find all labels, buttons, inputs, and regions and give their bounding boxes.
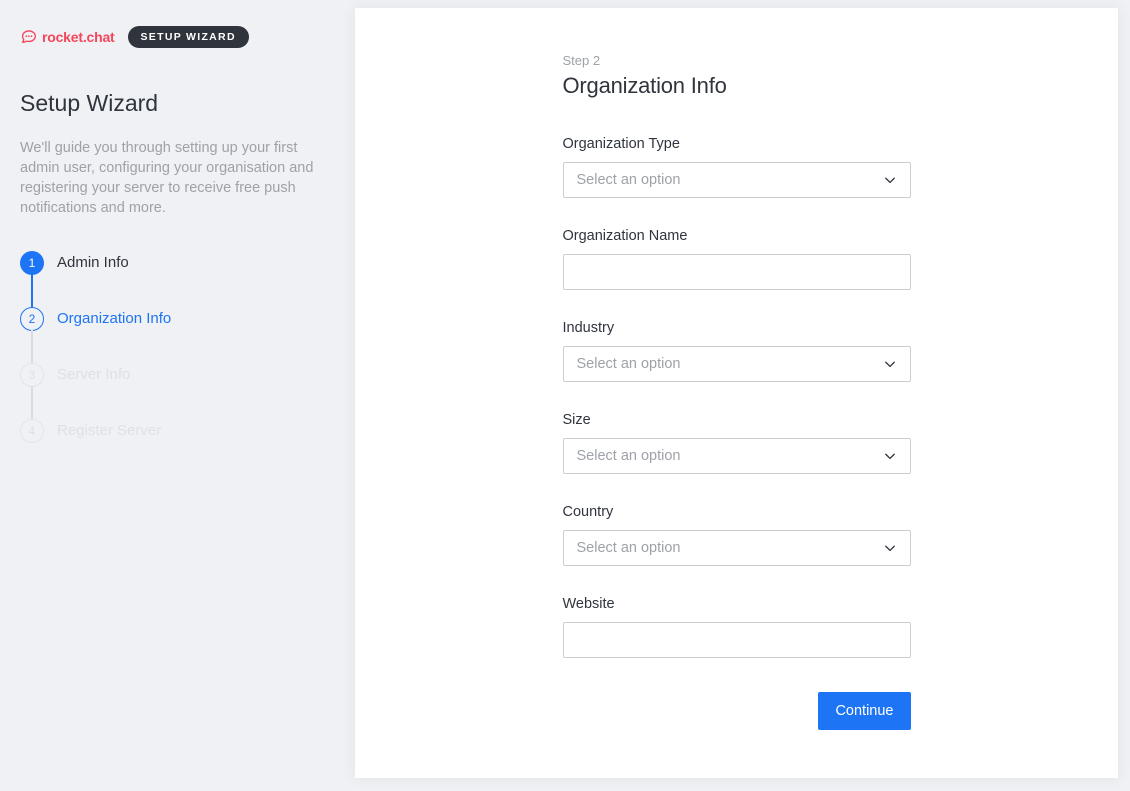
step-number-badge: 2: [20, 307, 44, 331]
field-organization-name: Organization Name: [563, 228, 911, 290]
organization-name-input[interactable]: [563, 254, 911, 290]
select-placeholder: Select an option: [577, 540, 681, 556]
step-caption: Step 2: [563, 53, 911, 68]
size-select[interactable]: Select an option: [563, 438, 911, 474]
form-actions: Continue: [563, 692, 911, 730]
step-label: Organization Info: [57, 310, 171, 327]
step-connector-active: [31, 274, 33, 307]
step-item-organization-info: 2 Organization Info: [20, 307, 260, 331]
website-input[interactable]: [563, 622, 911, 658]
select-placeholder: Select an option: [577, 172, 681, 188]
select-placeholder: Select an option: [577, 448, 681, 464]
logo-row: rocket.chat SETUP WIZARD: [20, 26, 335, 48]
field-country: Country Select an option: [563, 504, 911, 566]
field-label: Website: [563, 596, 911, 612]
field-label: Organization Type: [563, 136, 911, 152]
step-connector: [31, 386, 33, 419]
step-label: Register Server: [57, 422, 161, 439]
field-label: Size: [563, 412, 911, 428]
step-number-badge: 4: [20, 419, 44, 443]
page-title: Organization Info: [563, 73, 911, 99]
sidebar-title: Setup Wizard: [20, 90, 335, 117]
step-connector: [31, 330, 33, 363]
field-label: Organization Name: [563, 228, 911, 244]
step-label: Server Info: [57, 366, 130, 383]
setup-wizard-badge: SETUP WIZARD: [128, 26, 249, 48]
field-organization-type: Organization Type Select an option: [563, 136, 911, 198]
chevron-down-icon: [883, 541, 897, 555]
continue-button[interactable]: Continue: [818, 692, 910, 730]
select-placeholder: Select an option: [577, 356, 681, 372]
wizard-steps: 1 Admin Info 2 Organization Info 3 Serve…: [20, 251, 260, 443]
field-website: Website: [563, 596, 911, 658]
field-label: Country: [563, 504, 911, 520]
step-item-server-info: 3 Server Info: [20, 363, 260, 387]
chevron-down-icon: [883, 173, 897, 187]
field-industry: Industry Select an option: [563, 320, 911, 382]
logo-wordmark: rocket.chat: [42, 29, 115, 45]
country-select[interactable]: Select an option: [563, 530, 911, 566]
field-size: Size Select an option: [563, 412, 911, 474]
field-label: Industry: [563, 320, 911, 336]
chevron-down-icon: [883, 449, 897, 463]
industry-select[interactable]: Select an option: [563, 346, 911, 382]
organization-info-form: Organization Type Select an option Organ…: [563, 136, 911, 730]
step-item-register-server: 4 Register Server: [20, 419, 260, 443]
step-number-badge: 1: [20, 251, 44, 275]
setup-wizard-sidebar: rocket.chat SETUP WIZARD Setup Wizard We…: [0, 0, 355, 791]
wizard-content-card: Step 2 Organization Info Organization Ty…: [355, 8, 1118, 778]
step-label: Admin Info: [57, 254, 129, 271]
organization-type-select[interactable]: Select an option: [563, 162, 911, 198]
sidebar-description: We'll guide you through setting up your …: [20, 138, 337, 218]
step-item-admin-info: 1 Admin Info: [20, 251, 260, 275]
step-number-badge: 3: [20, 363, 44, 387]
rocketchat-logo: rocket.chat: [20, 28, 115, 45]
speech-bubble-logo-icon: [20, 28, 37, 45]
chevron-down-icon: [883, 357, 897, 371]
